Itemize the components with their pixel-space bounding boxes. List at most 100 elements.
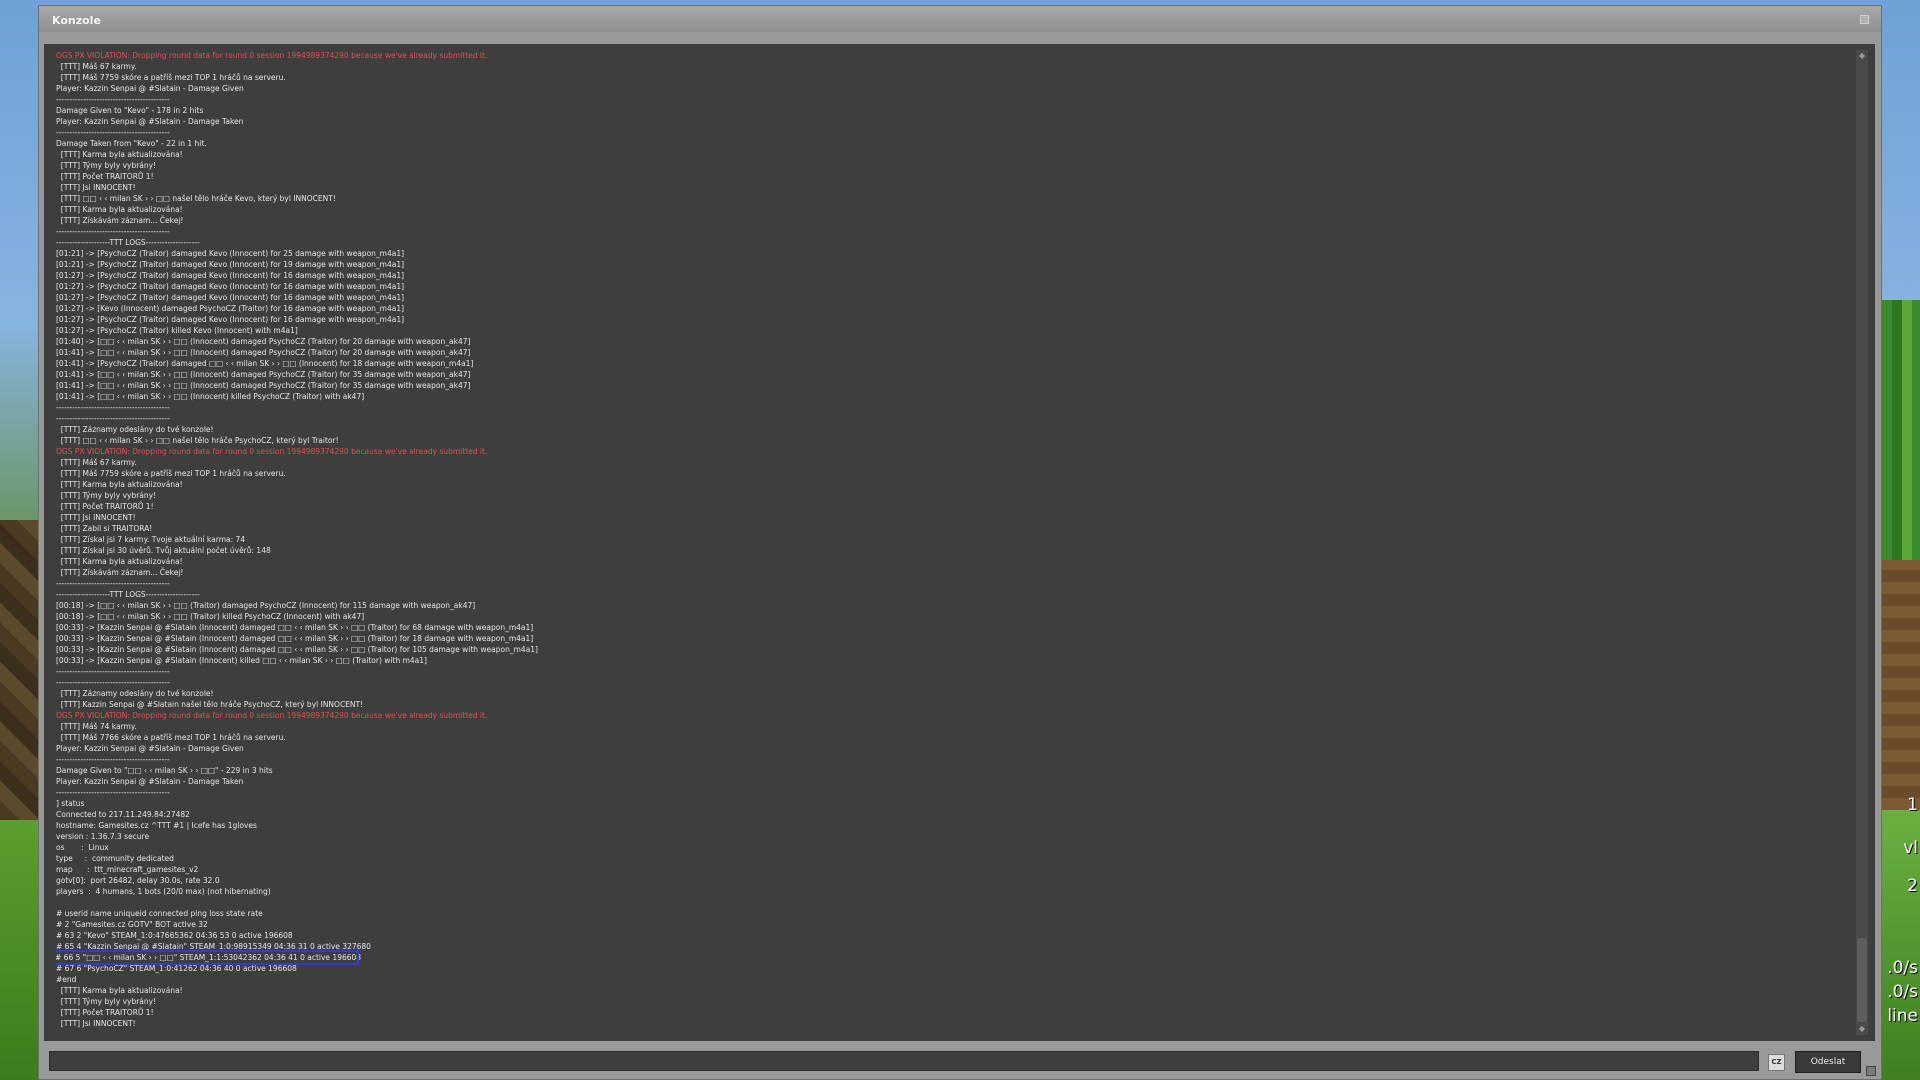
console-line: ----------------------------------------… [56,755,170,764]
console-line: [TTT] Kazzin Senpai @ #Slatain našel těl… [56,700,364,709]
console-line: Damage Given to "□□ ‹ ‹ milan SK › › □□"… [56,766,273,775]
console-line: #end [56,975,77,984]
hud-text-2: vl [1903,838,1918,858]
console-line: [TTT] Záznamy odeslány do tvé konzole! [56,689,214,698]
game-background-right-log [1882,560,1920,810]
console-log[interactable]: OGS PX VIOLATION: Dropping round data fo… [56,50,1846,1035]
console-line: [TTT] Máš 67 karmy. [56,458,137,467]
console-line: [01:27] -> [PsychoCZ (Traitor) damaged K… [56,315,405,324]
console-line: OGS PX VIOLATION: Dropping round data fo… [56,447,488,456]
console-line: [TTT] Karma byla aktualizována! [56,986,183,995]
console-line: # userid name uniqueid connected ping lo… [56,909,263,918]
console-line: type : community dedicated [56,854,174,863]
resize-grip-icon[interactable] [1866,1066,1876,1076]
console-line: [00:18] -> [□□ ‹ ‹ milan SK › › □□ (Trai… [56,601,476,610]
console-line: [TTT] Jsi INNOCENT! [56,513,136,522]
window-title: Konzole [52,14,101,27]
console-line: ----------------------------------------… [56,788,170,797]
console-line: --------------------TTT LOGS------------… [56,238,200,247]
console-line: ] status [56,799,85,808]
console-line: [01:27] -> [PsychoCZ (Traitor) damaged K… [56,282,405,291]
console-line: [01:21] -> [PsychoCZ (Traitor) damaged K… [56,260,405,269]
console-line: Connected to 217.11.249.84:27482 [56,810,190,819]
console-line: [TTT] Zabil si TRAITORA! [56,524,153,533]
console-line-highlighted: # 66 5 "□□ ‹ ‹ milan SK › › □□" STEAM_1:… [56,950,362,965]
console-line: [TTT] Máš 74 karmy. [56,722,137,731]
send-button[interactable]: Odeslat [1795,1051,1861,1073]
console-line: [01:41] -> [□□ ‹ ‹ milan SK › › □□ (Inno… [56,370,471,379]
console-line: [TTT] Máš 7766 skóre a patříš mezi TOP 1… [56,733,286,742]
console-line: [00:33] -> [Kazzin Senpai @ #Slatain (In… [56,623,534,632]
console-line: # 67 6 "PsychoCZ" STEAM_1:0:41262 04:36 … [56,964,297,973]
console-line: [TTT] Získal jsi 30 úvěrů. Tvůj aktuální… [56,546,271,555]
console-line: # 63 2 "Kevo" STEAM_1:0:47665362 04:36 5… [56,931,293,940]
hud-text-1: 1 [1907,795,1918,815]
hud-text-6: line [1887,1006,1918,1026]
console-output-panel: OGS PX VIOLATION: Dropping round data fo… [44,44,1875,1041]
console-line: ----------------------------------------… [56,95,170,104]
hud-text-4: .0/s [1887,958,1918,978]
console-line: ----------------------------------------… [56,128,170,137]
console-line: [TTT] □□ ‹ ‹ milan SK › › □□ našel tělo … [56,436,339,445]
console-line: players : 4 humans, 1 bots (20/0 max) (n… [56,887,271,896]
console-line: version : 1.36.7.3 secure [56,832,150,841]
console-line: [TTT] Záznamy odeslány do tvé konzole! [56,425,214,434]
console-line: Player: Kazzin Senpai @ #Slatain - Damag… [56,84,244,93]
console-line: [TTT] Jsi INNOCENT! [56,1019,136,1028]
hud-text-5: .0/s [1887,982,1918,1002]
scroll-thumb[interactable] [1857,938,1867,1022]
console-line: Damage Given to "Kevo" - 178 in 2 hits [56,106,204,115]
console-line: [01:27] -> [PsychoCZ (Traitor) damaged K… [56,271,405,280]
console-line: [TTT] Získávám záznam... Čekej! [56,568,184,577]
hud-text-3: 2 [1907,876,1918,896]
scroll-down-arrow-icon[interactable]: ◆ [1856,1023,1868,1035]
console-line: [00:33] -> [Kazzin Senpai @ #Slatain (In… [56,645,538,654]
console-line: [01:41] -> [□□ ‹ ‹ milan SK › › □□ (Inno… [56,392,365,401]
console-line: OGS PX VIOLATION: Dropping round data fo… [56,51,488,60]
console-line: Damage Taken from "Kevo" - 22 in 1 hit. [56,139,207,148]
console-window: Konzole OGS PX VIOLATION: Dropping round… [38,5,1882,1080]
game-background-right-leaves [1882,300,1920,560]
console-line: [TTT] □□ ‹ ‹ milan SK › › □□ našel tělo … [56,194,336,203]
console-line: [TTT] Týmy byly vybrány! [56,997,157,1006]
language-badge[interactable]: CZ [1768,1054,1785,1071]
console-line: [TTT] Máš 7759 skóre a patříš mezi TOP 1… [56,469,286,478]
console-line: [TTT] Máš 67 karmy. [56,62,137,71]
console-line: [TTT] Počet TRAITORŮ 1! [56,502,154,511]
console-line: [TTT] Máš 7759 skóre a patříš mezi TOP 1… [56,73,286,82]
console-line: ----------------------------------------… [56,579,170,588]
console-line: ----------------------------------------… [56,678,170,687]
console-line: [01:41] -> [□□ ‹ ‹ milan SK › › □□ (Inno… [56,348,471,357]
console-line: Player: Kazzin Senpai @ #Slatain - Damag… [56,117,244,126]
console-line: [01:40] -> [□□ ‹ ‹ milan SK › › □□ (Inno… [56,337,471,346]
console-line: [TTT] Počet TRAITORŮ 1! [56,172,154,181]
console-line: [00:18] -> [□□ ‹ ‹ milan SK › › □□ (Trai… [56,612,365,621]
console-line: [01:27] -> [PsychoCZ (Traitor) killed Ke… [56,326,298,335]
console-line: Player: Kazzin Senpai @ #Slatain - Damag… [56,777,244,786]
console-line: [01:21] -> [PsychoCZ (Traitor) damaged K… [56,249,405,258]
window-titlebar[interactable]: Konzole [39,6,1881,32]
console-line: ----------------------------------------… [56,403,170,412]
console-line: [00:33] -> [Kazzin Senpai @ #Slatain (In… [56,634,534,643]
console-line: hostname: Gamesites.cz ^TTT #1 | Icefe h… [56,821,257,830]
console-line: [01:27] -> [PsychoCZ (Traitor) damaged K… [56,293,405,302]
console-line: [01:27] -> [Kevo (Innocent) damaged Psyc… [56,304,405,313]
scroll-up-arrow-icon[interactable]: ◆ [1856,50,1868,62]
console-line: [TTT] Týmy byly vybrány! [56,491,157,500]
console-line: map : ttt_minecraft_gamesites_v2 [56,865,199,874]
console-line: [01:41] -> [□□ ‹ ‹ milan SK › › □□ (Inno… [56,381,471,390]
console-line: [TTT] Karma byla aktualizována! [56,150,183,159]
console-line: ----------------------------------------… [56,414,170,423]
console-scrollbar[interactable]: ◆ ◆ [1856,50,1868,1035]
console-line: [TTT] Získávám záznam... Čekej! [56,216,184,225]
console-line: [00:33] -> [Kazzin Senpai @ #Slatain (In… [56,656,427,665]
console-command-input[interactable] [49,1051,1759,1071]
console-line: [TTT] Jsi INNOCENT! [56,183,136,192]
console-line: [TTT] Karma byla aktualizována! [56,557,183,566]
console-line: [TTT] Karma byla aktualizována! [56,205,183,214]
console-line: os : Linux [56,843,109,852]
console-line: [TTT] Týmy byly vybrány! [56,161,157,170]
close-icon[interactable] [1860,15,1869,24]
console-line: # 65 4 "Kazzin Senpai @ #Slatain" STEAM_… [56,942,371,951]
